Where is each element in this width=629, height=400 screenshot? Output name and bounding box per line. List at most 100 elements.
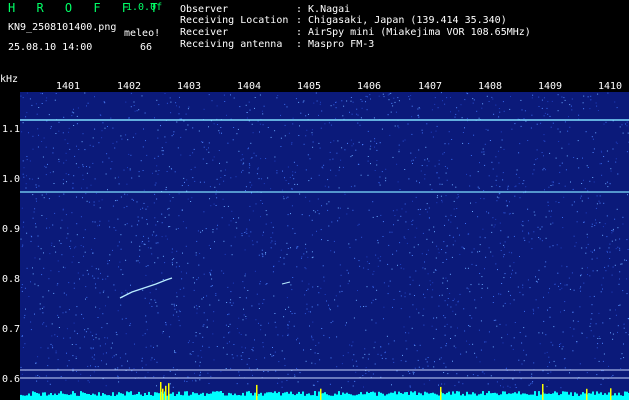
noise-speck xyxy=(591,223,593,225)
noise-speck xyxy=(320,127,322,129)
level-bar xyxy=(98,392,100,400)
noise-speck xyxy=(547,113,549,115)
level-bar xyxy=(316,395,318,400)
noise-speck xyxy=(82,174,84,176)
noise-speck xyxy=(297,246,299,248)
noise-speck xyxy=(174,308,176,310)
noise-speck xyxy=(418,312,420,314)
noise-speck xyxy=(20,95,22,97)
noise-speck xyxy=(176,311,178,313)
noise-speck xyxy=(76,306,78,308)
noise-speck xyxy=(472,343,474,345)
noise-speck xyxy=(309,158,311,160)
noise-speck xyxy=(472,211,473,212)
noise-speck xyxy=(411,116,413,118)
level-bar xyxy=(486,393,488,400)
noise-speck xyxy=(498,108,500,109)
noise-speck xyxy=(492,346,494,348)
noise-speck xyxy=(88,381,90,383)
noise-speck xyxy=(166,171,168,172)
level-bar xyxy=(456,391,458,400)
noise-speck xyxy=(330,250,332,252)
noise-speck xyxy=(504,241,506,243)
noise-speck xyxy=(360,99,362,100)
noise-speck xyxy=(548,210,550,212)
noise-speck xyxy=(42,156,44,158)
noise-speck xyxy=(47,380,49,382)
noise-speck xyxy=(87,328,89,330)
level-bar xyxy=(578,395,580,400)
noise-speck xyxy=(392,306,393,308)
noise-speck xyxy=(457,194,459,196)
level-bar xyxy=(478,394,480,400)
noise-speck xyxy=(400,360,402,362)
version-label: 1.0.0f xyxy=(126,2,163,13)
noise-speck xyxy=(538,278,540,280)
noise-speck xyxy=(408,96,410,97)
noise-speck xyxy=(623,327,625,329)
noise-speck xyxy=(305,360,307,362)
noise-speck xyxy=(493,319,495,321)
noise-speck xyxy=(72,355,74,357)
noise-speck xyxy=(187,185,189,186)
noise-speck xyxy=(154,184,156,186)
noise-speck xyxy=(208,147,209,149)
noise-speck xyxy=(500,131,502,133)
noise-speck xyxy=(429,184,431,186)
noise-speck xyxy=(141,360,143,362)
noise-speck xyxy=(373,117,375,119)
noise-speck xyxy=(569,288,571,290)
noise-speck xyxy=(491,231,493,233)
noise-speck xyxy=(154,299,156,301)
noise-speck xyxy=(277,382,279,384)
noise-speck xyxy=(245,316,247,317)
noise-speck xyxy=(534,214,536,216)
noise-speck xyxy=(102,353,104,355)
noise-speck xyxy=(450,221,452,223)
noise-speck xyxy=(607,160,609,162)
noise-speck xyxy=(265,158,267,159)
noise-speck xyxy=(424,174,426,176)
noise-speck xyxy=(208,126,209,128)
noise-speck xyxy=(200,350,202,352)
level-bar xyxy=(522,393,524,400)
noise-speck xyxy=(206,163,208,164)
noise-speck xyxy=(123,207,125,209)
noise-speck xyxy=(402,140,404,142)
noise-speck xyxy=(458,110,460,112)
level-bar xyxy=(520,394,522,400)
noise-speck xyxy=(389,134,391,136)
noise-speck xyxy=(523,180,525,182)
noise-speck xyxy=(278,361,280,363)
noise-speck xyxy=(162,255,164,257)
noise-speck xyxy=(612,228,614,230)
noise-speck xyxy=(409,385,411,387)
level-bar xyxy=(282,393,284,400)
noise-speck xyxy=(444,103,446,105)
level-bar xyxy=(228,392,230,400)
noise-speck xyxy=(547,366,549,368)
peak-bar xyxy=(168,383,170,400)
noise-speck xyxy=(79,347,81,349)
noise-speck xyxy=(443,372,445,373)
noise-speck xyxy=(514,322,516,323)
noise-speck xyxy=(75,246,77,248)
noise-speck xyxy=(275,370,277,372)
noise-speck xyxy=(407,371,409,372)
noise-speck xyxy=(127,167,128,169)
noise-speck xyxy=(290,213,291,215)
noise-speck xyxy=(571,272,573,274)
noise-speck xyxy=(447,304,449,306)
noise-speck xyxy=(102,161,104,163)
noise-speck xyxy=(120,135,122,137)
level-bar xyxy=(158,393,160,400)
noise-speck xyxy=(260,329,262,331)
noise-speck xyxy=(615,239,617,241)
noise-speck xyxy=(157,137,159,139)
noise-speck xyxy=(306,290,308,291)
noise-speck xyxy=(405,221,407,223)
noise-speck xyxy=(185,129,187,131)
noise-speck xyxy=(365,367,367,369)
noise-speck xyxy=(477,375,479,377)
noise-speck xyxy=(314,352,316,354)
